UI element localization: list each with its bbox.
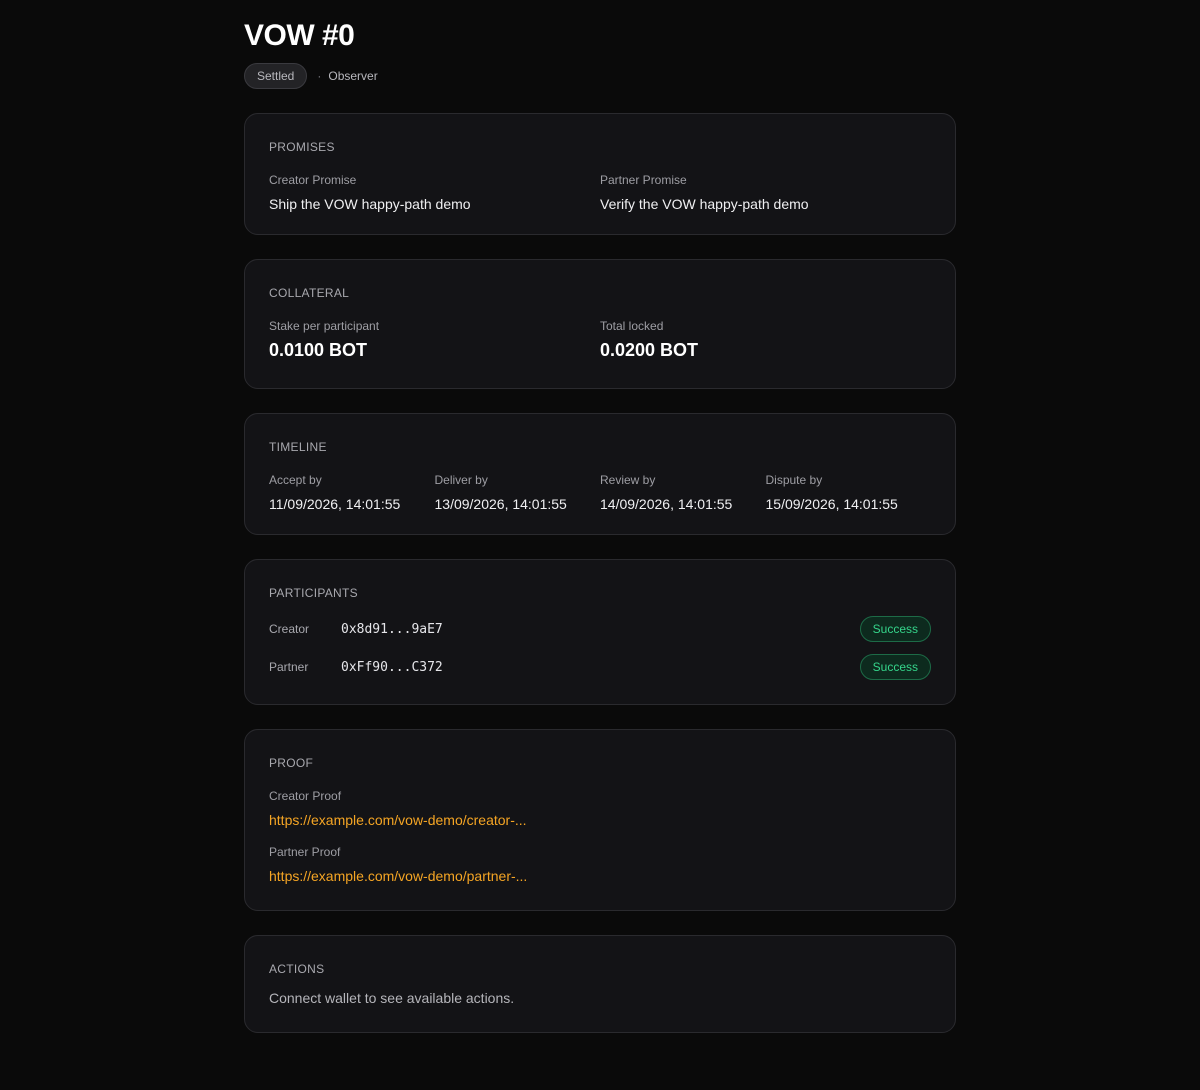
stake-value: 0.0100 BOT [269, 340, 368, 360]
timeline-label: Accept by [269, 473, 322, 487]
participant-status-badge: Success [859, 654, 931, 680]
total-locked: Total locked 0.0200 BOT [600, 318, 931, 362]
partner-proof: Partner Proof https://example.com/vow-de… [269, 844, 931, 886]
participant-role: Partner [269, 660, 309, 674]
creator-promise-label: Creator Promise [269, 173, 357, 187]
timeline-date: 11/09/2026, 14:01:55 [269, 496, 401, 512]
timeline-label: Deliver by [434, 473, 488, 487]
participant-address[interactable]: 0x8d91...9aE7 [341, 622, 443, 637]
participant-role: Creator [269, 622, 310, 636]
timeline-date: 13/09/2026, 14:01:55 [434, 496, 567, 512]
timeline-accept: Accept by 11/09/2026, 14:01:55 [269, 472, 435, 514]
status-badge: Settled [244, 63, 308, 89]
timeline-label: Dispute by [765, 473, 823, 487]
partner-promise-label: Partner Promise [600, 173, 687, 187]
participants-card: PARTICIPANTS Creator 0x8d91...9aE7 Succe… [244, 559, 956, 705]
creator-proof-link[interactable]: https://example.com/vow-demo/creator-... [269, 810, 931, 830]
stake-label: Stake per participant [269, 319, 380, 333]
timeline-title: TIMELINE [269, 440, 327, 454]
partner-proof-label: Partner Proof [269, 845, 341, 859]
partner-promise-value: Verify the VOW happy-path demo [600, 196, 809, 212]
timeline-card: TIMELINE Accept by 11/09/2026, 14:01:55 … [244, 413, 956, 535]
promises-card: PROMISES Creator Promise Ship the VOW ha… [244, 113, 956, 235]
collateral-title: COLLATERAL [269, 286, 350, 300]
participant-status-badge: Success [859, 616, 931, 642]
actions-title: ACTIONS [269, 962, 325, 976]
total-locked-value: 0.0200 BOT [600, 340, 699, 360]
timeline-date: 15/09/2026, 14:01:55 [765, 496, 898, 512]
proof-title: PROOF [269, 756, 314, 770]
timeline-review: Review by 14/09/2026, 14:01:55 [600, 472, 766, 514]
actions-card: ACTIONS Connect wallet to see available … [244, 935, 956, 1033]
page-title: VOW #0 [244, 19, 355, 52]
proof-card: PROOF Creator Proof https://example.com/… [244, 729, 956, 911]
timeline-deliver: Deliver by 13/09/2026, 14:01:55 [435, 472, 601, 514]
creator-promise: Creator Promise Ship the VOW happy-path … [269, 172, 600, 214]
total-locked-label: Total locked [600, 319, 664, 333]
participant-row-creator: Creator 0x8d91...9aE7 Success [269, 616, 931, 642]
creator-proof-label: Creator Proof [269, 789, 342, 803]
partner-promise: Partner Promise Verify the VOW happy-pat… [600, 172, 931, 214]
participant-row-partner: Partner 0xFf90...C372 Success [269, 654, 931, 680]
timeline-label: Review by [600, 473, 656, 487]
stake-per-participant: Stake per participant 0.0100 BOT [269, 318, 600, 362]
viewer-role: Observer [328, 69, 378, 83]
partner-proof-link[interactable]: https://example.com/vow-demo/partner-... [269, 866, 931, 886]
timeline-date: 14/09/2026, 14:01:55 [600, 496, 733, 512]
vow-meta-row: Settled · Observer [244, 63, 378, 89]
collateral-card: COLLATERAL Stake per participant 0.0100 … [244, 259, 956, 389]
timeline-dispute: Dispute by 15/09/2026, 14:01:55 [766, 472, 932, 514]
creator-promise-value: Ship the VOW happy-path demo [269, 196, 471, 212]
participant-address[interactable]: 0xFf90...C372 [341, 660, 443, 675]
actions-message: Connect wallet to see available actions. [269, 990, 515, 1006]
creator-proof: Creator Proof https://example.com/vow-de… [269, 788, 931, 830]
participants-title: PARTICIPANTS [269, 586, 358, 600]
meta-separator: · [317, 69, 322, 83]
promises-title: PROMISES [269, 140, 335, 154]
